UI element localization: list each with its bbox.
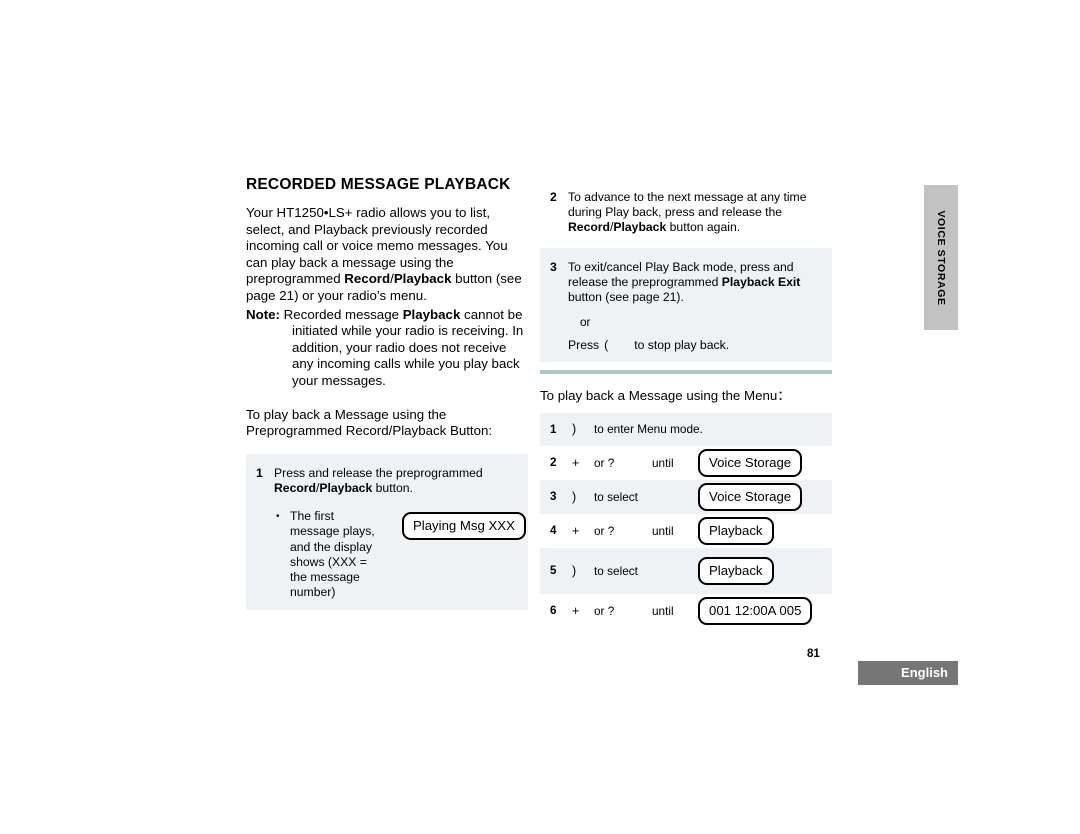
menu-row-2-number: 2 (550, 456, 557, 470)
menu-key-icon-1: ) (572, 422, 577, 437)
step1-bold-playback: Playback (319, 480, 373, 495)
page-title: RECORDED MESSAGE PLAYBACK (246, 176, 511, 193)
page-number: 81 (807, 648, 820, 660)
step3-press-text: to stop play back. (634, 338, 730, 353)
menu-row-1-number: 1 (550, 422, 557, 436)
menu-row-4-until: until (652, 523, 674, 538)
note-body: Note: Recorded message Playback cannot b… (246, 307, 528, 390)
menu-row-3-display-cell: Voice Storage (698, 482, 832, 511)
menu-row-6-display-cell: 001 12:00A 005 (698, 596, 832, 625)
step-row-1: 1 Press and release the preprogrammed Re… (256, 466, 518, 496)
side-tab-voice-storage: VOICE STORAGE (924, 185, 958, 330)
menu-key-icon-6: + (572, 603, 580, 618)
step3-text-b: button (see page 21). (568, 290, 684, 305)
note-block: Note: Recorded message Playback cannot b… (246, 307, 528, 541)
step3-or: or (580, 315, 591, 330)
step2-text-b: button again. (666, 220, 741, 235)
step2-bold-playback: Playback (613, 220, 667, 235)
menu-row-2-until: until (652, 455, 674, 470)
lcd-display-message-entry: 001 12:00A 005 (698, 596, 813, 625)
step1-text-b: button. (372, 480, 413, 495)
stop-key-icon: ( (604, 338, 609, 353)
step1-bullet-text: The first message plays, and the display… (290, 509, 375, 600)
language-badge: English (858, 661, 958, 685)
step-number-3: 3 (550, 259, 557, 274)
step2-text-a: To advance to the next message at any ti… (568, 190, 807, 220)
note-label: Note: (246, 306, 280, 322)
intro-bold-record: Record (344, 271, 391, 287)
menu-row-6-number: 6 (550, 604, 557, 618)
lcd-display-playing-msg-step1: Playing Msg XXX (402, 511, 526, 540)
step3-bold-playback-exit: Playback Exit (721, 274, 801, 289)
section-divider-rule (540, 370, 832, 375)
menu-row-4-action: or ? (594, 523, 615, 538)
menu-row-4: 4 + or ? until Playback (540, 514, 832, 548)
document-page: VOICE STORAGE RECORDED MESSAGE PLAYBACK … (0, 0, 1080, 834)
menu-row-1-action: to enter Menu mode. (594, 422, 703, 437)
menu-steps-table: 1 ) to enter Menu mode. 2 + or ? until V… (540, 412, 832, 628)
lcd-display-playback-1: Playback (698, 516, 774, 545)
menu-row-2-action: or ? (594, 455, 615, 470)
menu-row-6: 6 + or ? until 001 12:00A 005 (540, 594, 832, 628)
step3-press-row: Press ( to stop play back. (550, 338, 822, 352)
right-column: 2 To advance to the next message at any … (540, 190, 832, 628)
menu-key-icon-5: ) (572, 563, 577, 578)
lcd-display-voice-storage-2: Voice Storage (698, 482, 803, 511)
bullet-marker-icon: • (276, 511, 280, 523)
side-tab-label: VOICE STORAGE (935, 209, 947, 306)
menu-row-1: 1 ) to enter Menu mode. (540, 412, 832, 446)
step-box-1: 1 Press and release the preprogrammed Re… (246, 453, 528, 611)
menu-key-icon-2: + (572, 455, 580, 470)
step-box-2: 2 To advance to the next message at any … (540, 190, 832, 236)
menu-row-2: 2 + or ? until Voice Storage (540, 446, 832, 480)
step-number-2: 2 (550, 190, 557, 204)
intro-paragraph: Your HT1250•LS+ radio allows you to list… (246, 205, 528, 305)
step3-press-label: Press (568, 338, 600, 353)
menu-key-icon-3: ) (572, 489, 577, 504)
menu-row-6-action: or ? (594, 603, 615, 618)
step-row-2: 2 To advance to the next message at any … (550, 190, 822, 236)
menu-row-3: 3 ) to select Voice Storage (540, 479, 832, 514)
lcd-display-playback-2: Playback (698, 556, 774, 585)
step1-bold-record: Record (274, 480, 316, 495)
menu-key-icon-4: + (572, 523, 580, 538)
step-row-3: 3 To exit/cancel Play Back mode, press a… (550, 260, 822, 306)
intro-text-part1: Your HT1250 (246, 205, 324, 221)
menu-row-4-display-cell: Playback (698, 516, 832, 545)
menu-row-5-display-cell: Playback (698, 556, 832, 585)
intro-bold-playback: Playback (393, 271, 452, 287)
menu-row-4-number: 4 (550, 524, 557, 538)
step2-bold-record: Record (568, 220, 610, 235)
step-number-1: 1 (256, 465, 263, 480)
left-column: RECORDED MESSAGE PLAYBACK Your HT1250•LS… (246, 176, 528, 611)
menu-lead-in: To play back a Message using the Menu： (540, 388, 791, 404)
menu-row-5-action: to select (594, 563, 638, 578)
step1-text-a: Press and release the preprogrammed (274, 465, 483, 480)
note-text-a: Recorded message (279, 306, 403, 322)
menu-row-5-number: 5 (550, 564, 557, 578)
lead-in-preprogrammed: To play back a Message using the Preprog… (246, 406, 493, 439)
menu-row-3-number: 3 (550, 490, 557, 504)
note-bold-playback: Playback (402, 306, 461, 322)
menu-row-2-display-cell: Voice Storage (698, 448, 832, 477)
step-box-3: 3 To exit/cancel Play Back mode, press a… (540, 247, 832, 363)
menu-row-3-action: to select (594, 489, 638, 504)
menu-row-5: 5 ) to select Playback (540, 547, 832, 594)
menu-row-6-until: until (652, 603, 674, 618)
step-text-2: To advance to the next message at any ti… (568, 190, 822, 236)
language-badge-label: English (901, 665, 948, 680)
lcd-display-voice-storage-1: Voice Storage (698, 448, 803, 477)
step-text-1: Press and release the preprogrammed Reco… (274, 466, 518, 496)
step-text-3: To exit/cancel Play Back mode, press and… (568, 260, 822, 306)
